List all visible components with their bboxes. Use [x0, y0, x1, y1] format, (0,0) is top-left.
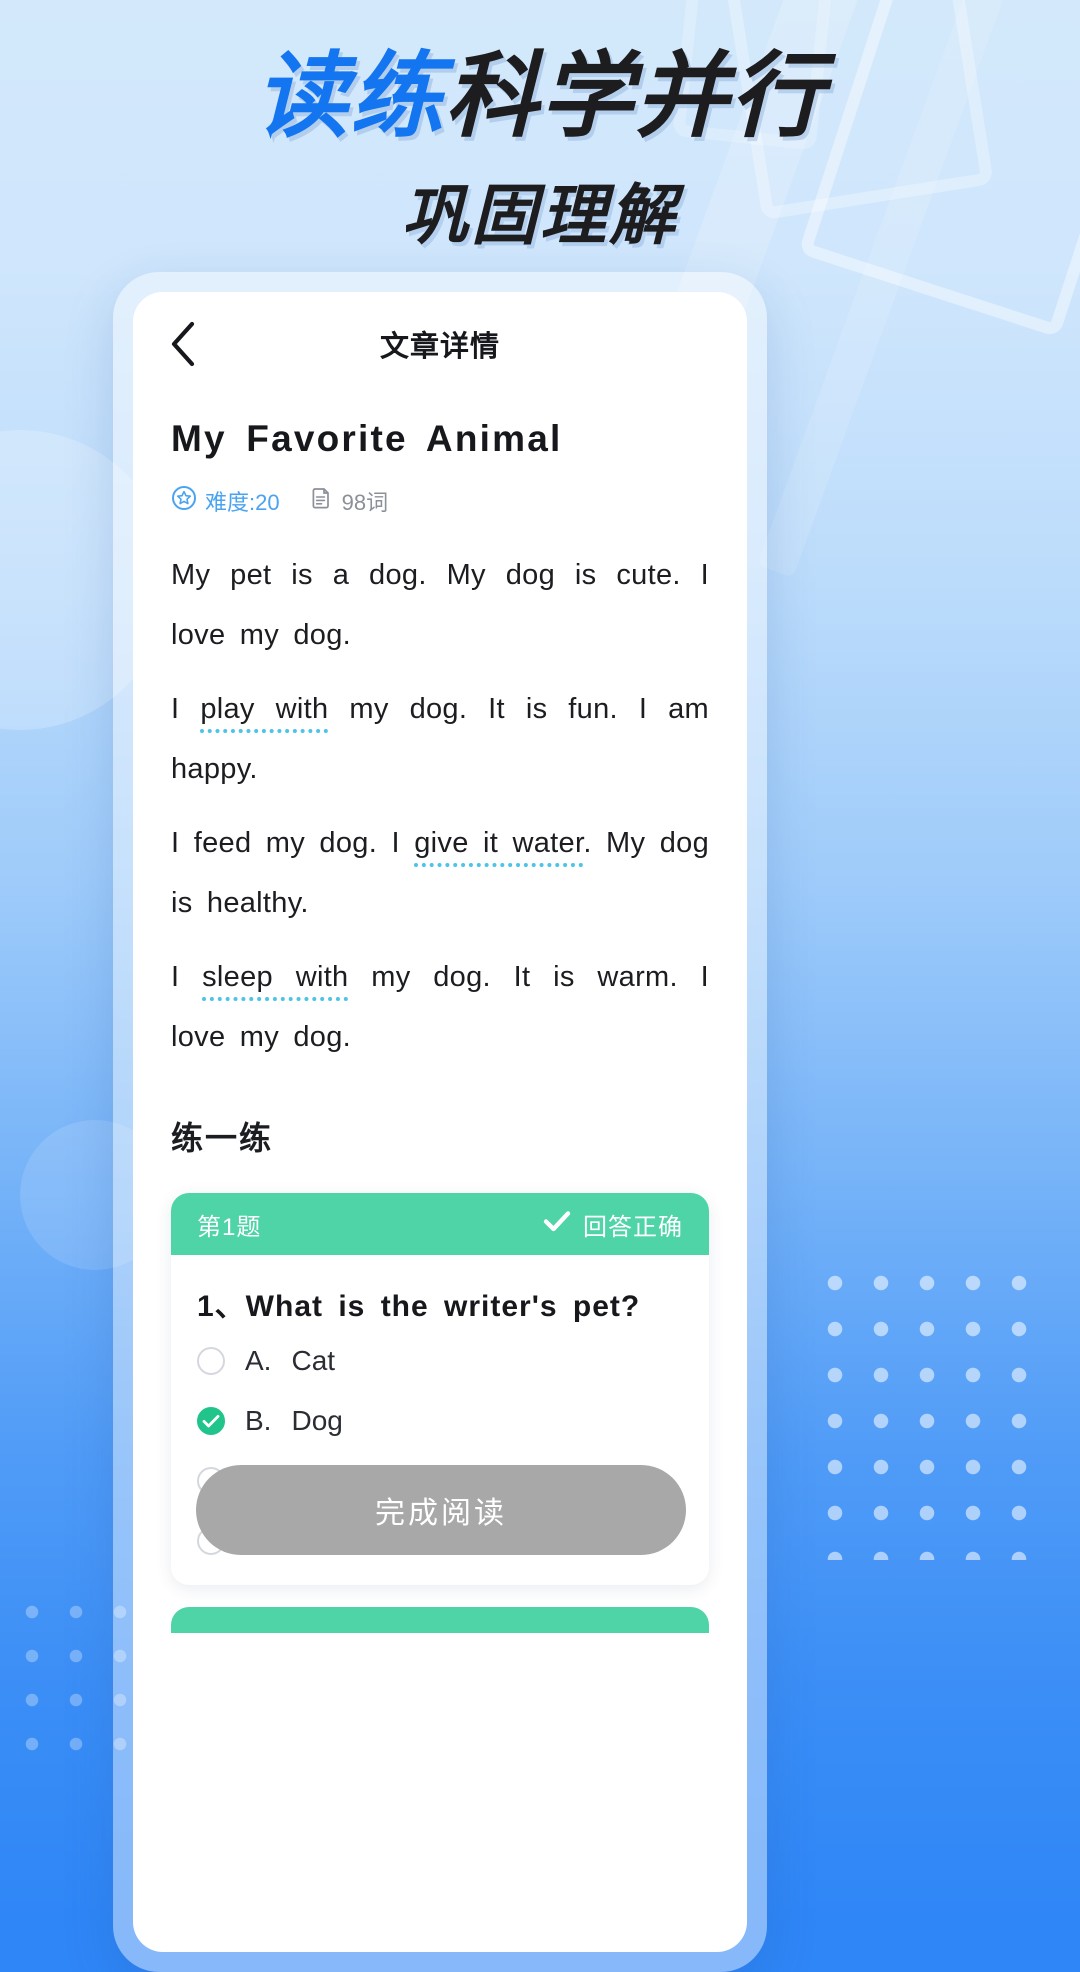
back-button[interactable] [157, 318, 209, 370]
question-text: 1、What is the writer's pet? [197, 1290, 641, 1323]
option-row-a[interactable]: A. Cat [197, 1337, 683, 1385]
highlighted-phrase[interactable]: play with [200, 693, 329, 733]
app-header: 文章详情 [133, 292, 747, 396]
highlighted-phrase[interactable]: give it water [414, 827, 584, 867]
phone-screen: 文章详情 My Favorite Animal 难度:20 98词 My pet… [133, 292, 747, 1952]
page-title: 文章详情 [379, 331, 500, 363]
decor-dot-grid-left [10, 1590, 130, 1770]
option-letter-a: A. [245, 1345, 272, 1376]
hero-title-plain: 科学并行 [445, 44, 825, 148]
hero-title-accent: 读练 [255, 44, 445, 148]
hero-subtitle: 巩固理解 [402, 177, 678, 252]
word-count-label: 98词 [341, 490, 389, 515]
next-quiz-card-peek [171, 1607, 709, 1633]
paragraph-text-before: I feed my dog. I [171, 827, 415, 859]
document-icon [308, 485, 334, 517]
article-meta-row: 难度:20 98词 [171, 485, 709, 517]
paragraph-text-before: My pet is a dog. My dog is cute. I love … [171, 559, 709, 651]
question-status: 回答正确 [543, 1207, 683, 1242]
radio-icon-a[interactable] [197, 1347, 225, 1375]
question-index-label: 第1题 [197, 1213, 262, 1241]
hero-banner: 读练科学并行 巩固理解 [0, 47, 1080, 258]
option-letter-b: B. [245, 1405, 272, 1436]
finish-reading-button[interactable]: 完成阅读 [196, 1465, 686, 1555]
radio-icon-b-selected[interactable] [197, 1407, 225, 1435]
article-paragraph: I play with my dog. It is fun. I am happ… [171, 679, 709, 799]
difficulty-label: 难度:20 [205, 490, 280, 515]
hero-title: 读练科学并行 [0, 47, 1080, 146]
chevron-left-icon [169, 321, 197, 367]
practice-section-heading: 练一练 [171, 1120, 274, 1156]
option-text-a: Cat [291, 1345, 336, 1376]
article-paragraph: I feed my dog. I give it water. My dog i… [171, 813, 709, 933]
option-row-b[interactable]: B. Dog [197, 1397, 683, 1445]
question-status-label: 回答正确 [583, 1213, 683, 1241]
check-icon [543, 1209, 571, 1240]
article-paragraph: My pet is a dog. My dog is cute. I love … [171, 545, 709, 665]
article-paragraph: I sleep with my dog. It is warm. I love … [171, 947, 709, 1067]
highlighted-phrase[interactable]: sleep with [202, 961, 349, 1001]
option-text-b: Dog [291, 1405, 343, 1436]
quiz-card-banner: 第1题 回答正确 [171, 1193, 709, 1255]
article-title: My Favorite Animal [171, 418, 563, 459]
article-scroll-body: My Favorite Animal 难度:20 98词 My pet is a… [133, 418, 747, 1633]
star-circle-icon [171, 485, 197, 517]
word-count-badge: 98词 [308, 485, 388, 517]
difficulty-badge: 难度:20 [171, 485, 280, 517]
phone-mockup-frame: 文章详情 My Favorite Animal 难度:20 98词 My pet… [113, 272, 767, 1972]
article-body: My pet is a dog. My dog is cute. I love … [171, 545, 709, 1067]
paragraph-text-before: I [171, 961, 203, 993]
paragraph-text-before: I [171, 693, 201, 725]
decor-dot-grid-right [812, 1260, 1052, 1560]
